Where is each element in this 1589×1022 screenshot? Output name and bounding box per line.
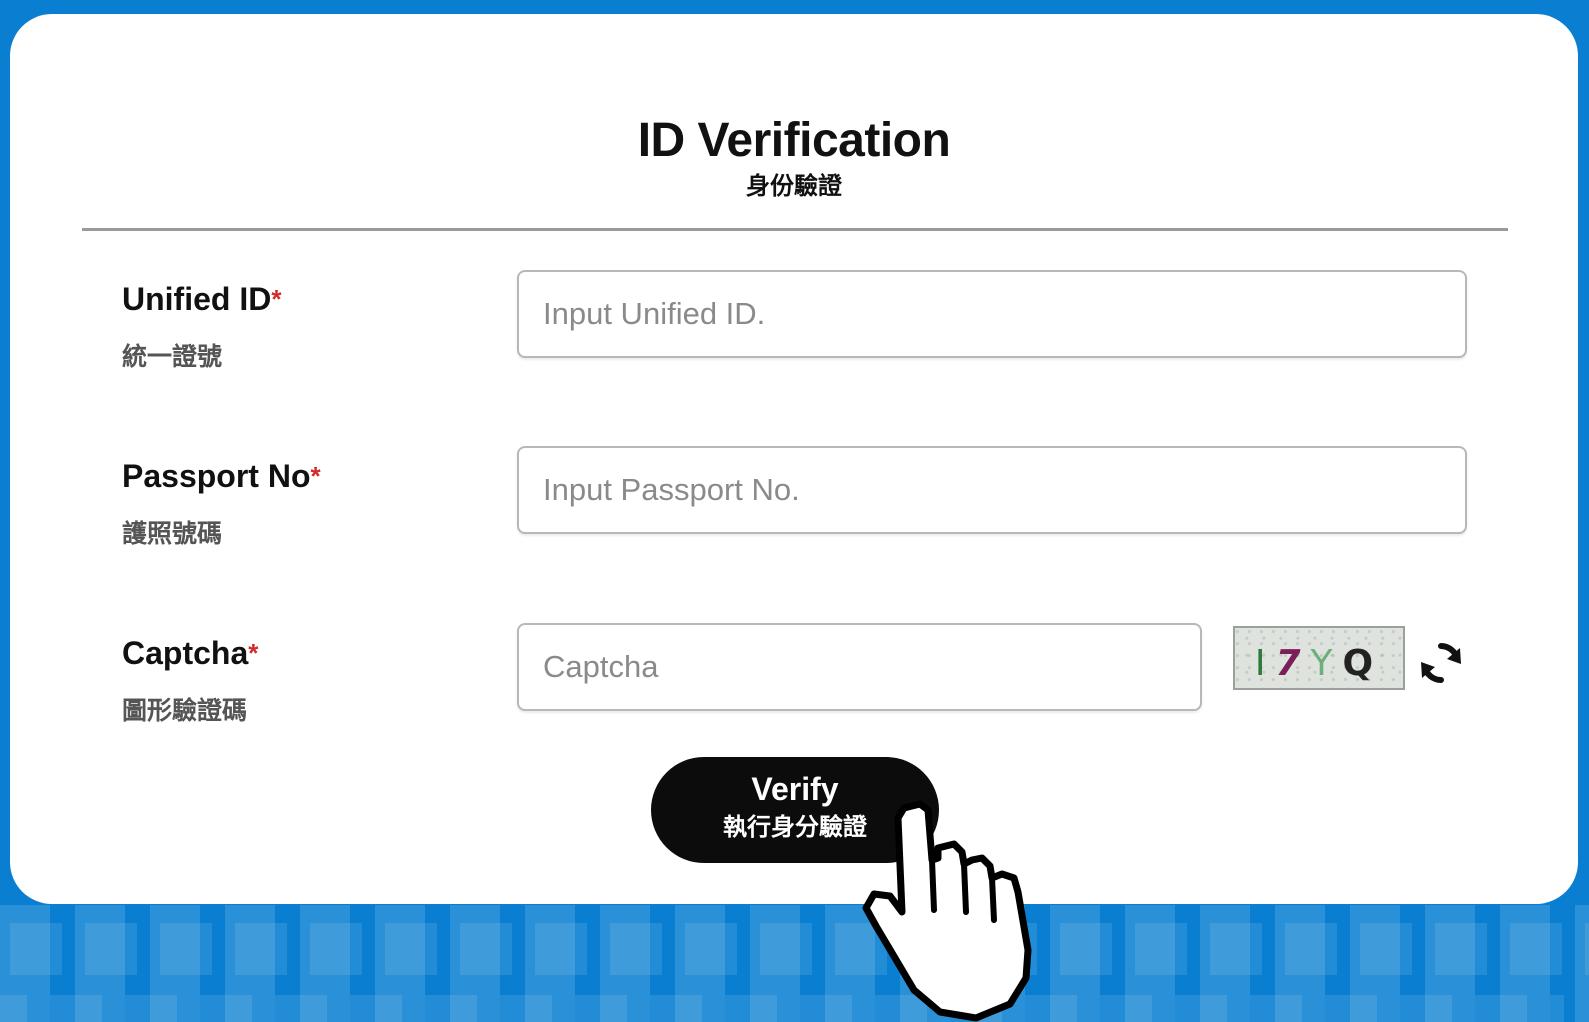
pixel-row: [10, 923, 1589, 975]
captcha-input[interactable]: [517, 623, 1202, 711]
background-pixel-pattern: [0, 905, 1589, 1022]
refresh-icon[interactable]: [1416, 638, 1466, 688]
passport-no-input[interactable]: [517, 446, 1467, 534]
page-header: ID Verification 身份驗證: [10, 114, 1578, 202]
passport-no-label-zh: 護照號碼: [122, 520, 223, 548]
captcha-char: 7: [1275, 643, 1311, 684]
captcha-image: I 7 Y Q: [1233, 626, 1405, 690]
verification-card: ID Verification 身份驗證 Unified ID* 統一證號 Pa…: [10, 14, 1578, 904]
captcha-char: Q: [1342, 643, 1384, 684]
captcha-label-text: Captcha: [122, 635, 249, 671]
captcha-label: Captcha* 圖形驗證碼: [122, 634, 258, 726]
verify-button-label-zh: 執行身分驗證: [723, 814, 867, 841]
unified-id-label-text: Unified ID: [122, 281, 272, 317]
passport-no-label: Passport No* 護照號碼: [122, 457, 321, 549]
unified-id-input[interactable]: [517, 270, 1467, 358]
required-asterisk: *: [271, 284, 282, 314]
required-asterisk: *: [248, 638, 259, 668]
page-title: ID Verification: [637, 114, 951, 167]
pixel-row: [0, 995, 1564, 1022]
captcha-char: I: [1254, 643, 1276, 684]
page-subtitle: 身份驗證: [746, 173, 842, 200]
header-divider: [82, 228, 1508, 231]
verify-button[interactable]: Verify 執行身分驗證: [651, 757, 939, 863]
required-asterisk: *: [310, 461, 321, 491]
captcha-label-zh: 圖形驗證碼: [122, 697, 248, 725]
verify-button-label: Verify: [751, 771, 839, 807]
passport-no-label-text: Passport No: [122, 458, 311, 494]
captcha-char: Y: [1310, 643, 1343, 684]
unified-id-label: Unified ID* 統一證號: [122, 280, 281, 372]
unified-id-label-zh: 統一證號: [122, 343, 223, 371]
